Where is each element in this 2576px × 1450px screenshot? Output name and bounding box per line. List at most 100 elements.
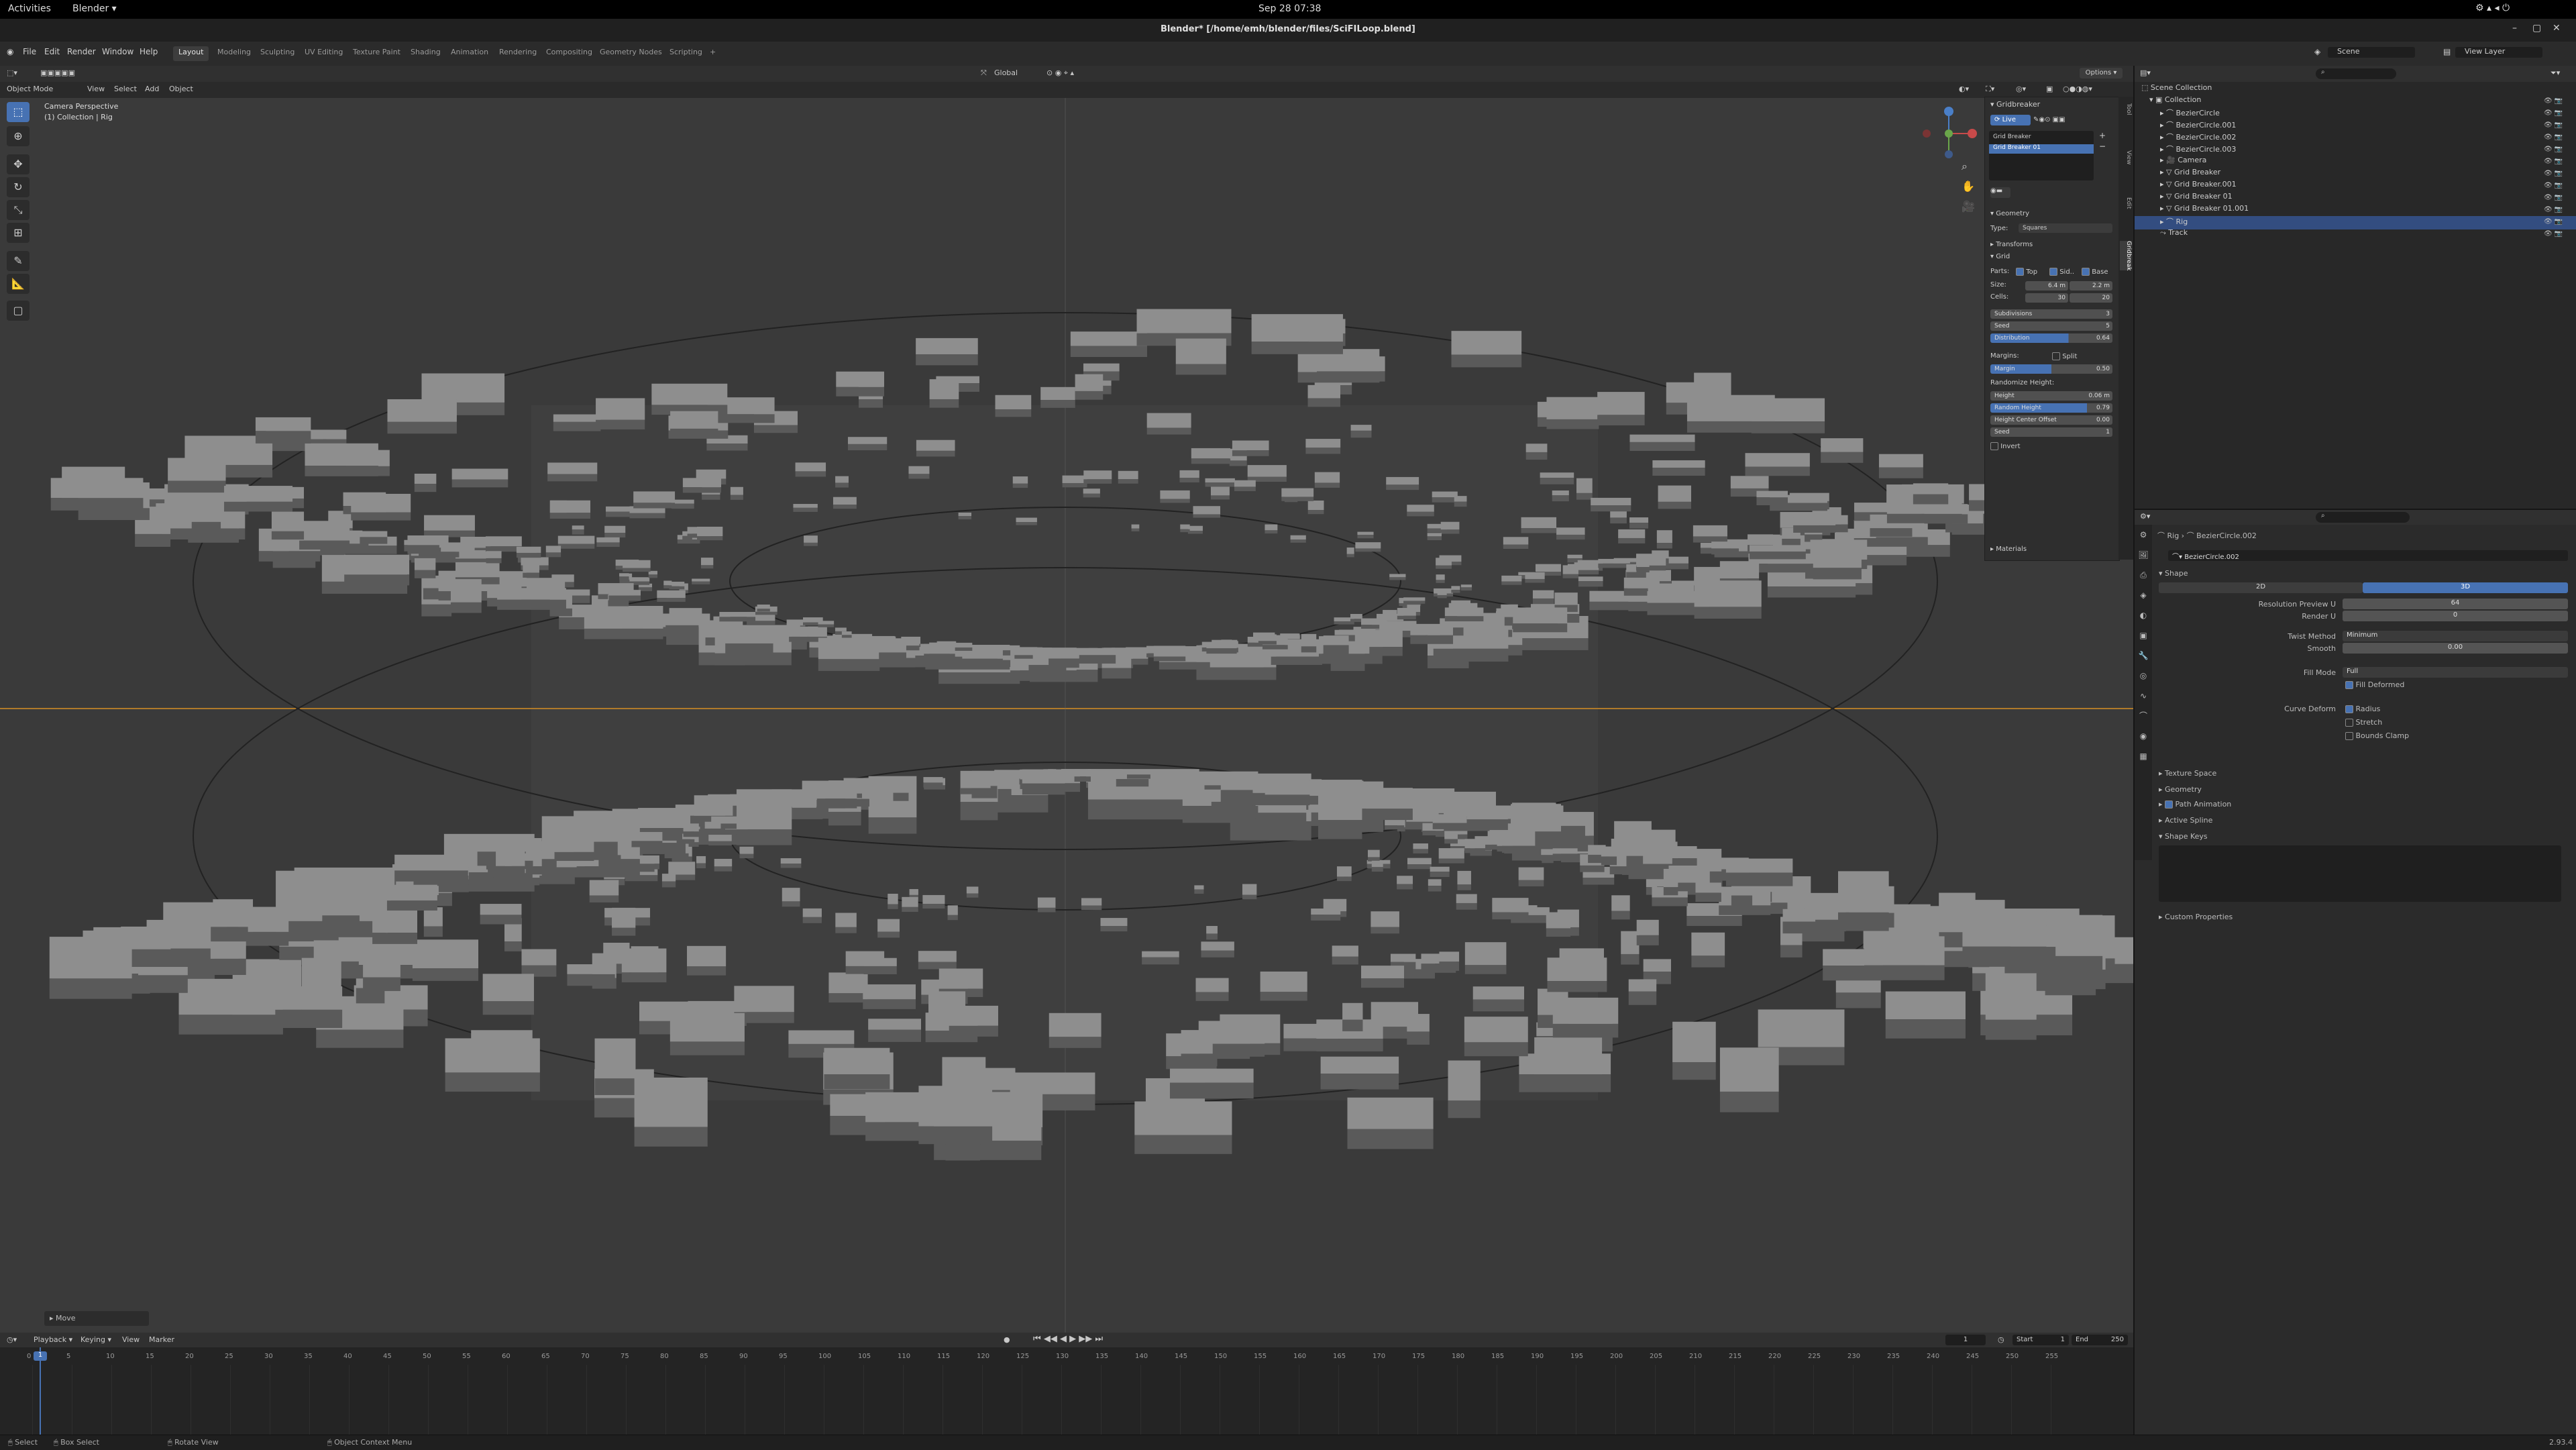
xray-icon[interactable]: ▣ — [2046, 85, 2053, 93]
invert-checkbox[interactable]: Invert — [1990, 442, 2021, 450]
geometry-panel[interactable]: ▸ Geometry — [2159, 785, 2202, 794]
orientation-dropdown[interactable]: Global — [994, 68, 1018, 77]
active-spline-panel[interactable]: ▸ Active Spline — [2159, 816, 2212, 825]
timeline[interactable]: 0 5 10 15 20 25 30 35 40 45 50 55 60 65 70 75 80 85 90 95 10… — [0, 1347, 2133, 1435]
random-height-slider[interactable]: Random Height 0.79 — [1990, 403, 2112, 413]
tab-modeling[interactable]: Modeling — [212, 46, 256, 61]
menu-object[interactable]: Object — [169, 85, 193, 93]
list-row-icons[interactable]: ✎◉⊙ ▣▣ — [2033, 116, 2065, 123]
path-animation-panel[interactable]: ▸ Path Animation — [2159, 800, 2231, 809]
pan-hand-icon[interactable]: ✋ — [1962, 180, 1975, 193]
outliner-row-grid-breaker[interactable]: ▸ ▽ Grid Breaker — [2135, 168, 2576, 181]
tab-layout[interactable]: Layout — [173, 46, 209, 61]
dimension-3d-button[interactable]: 3D — [2363, 582, 2568, 593]
outliner-row-track[interactable]: ⤳ Track — [2135, 228, 2576, 242]
visibility-toggles[interactable]: 👁 📷 👁 📷 👁 📷 👁 📷 👁 📷 👁 📷 👁 📷 👁 📷 👁 📷 👁 📷 👁 📷 👁 📷 — [2544, 95, 2571, 243]
shading-mode-icons[interactable]: ○●◑◍▾ — [2063, 85, 2092, 93]
activities-button[interactable]: Activities — [8, 3, 51, 14]
list-item[interactable]: Grid Breaker 01 — [1993, 144, 2041, 151]
annotate-tool-icon[interactable]: ✎ — [7, 251, 30, 271]
scene-collection-row[interactable]: ⬚ Scene Collection — [2135, 83, 2576, 97]
cursor-tool-icon[interactable]: ⊕ — [7, 126, 30, 146]
menu-help[interactable]: Help — [140, 47, 158, 56]
last-operator-panel[interactable]: ▸ Move — [44, 1311, 149, 1326]
dimension-2d-button[interactable]: 2D — [2159, 582, 2363, 593]
outliner-editor-icon[interactable]: ▤▾ — [2140, 68, 2151, 77]
bounds-clamp-checkbox[interactable]: Bounds Clamp — [2345, 731, 2409, 740]
height-center-offset-field[interactable]: Height Center Offset 0.00 — [1990, 415, 2112, 425]
editor-type-icon[interactable]: ⬚▾ — [7, 68, 17, 77]
gridbreaker-list[interactable]: Grid Breaker Grid Breaker 01 — [1989, 131, 2094, 180]
outliner-row-beziercircle[interactable]: ▸ ⌒ BezierCircle — [2135, 107, 2576, 121]
visibility-icon[interactable]: ◐▾ — [1959, 85, 1969, 93]
viewport-scene[interactable] — [0, 98, 2133, 1333]
navigation-gizmo[interactable] — [1919, 103, 1986, 170]
shape-panel-header[interactable]: ▾ Shape — [2159, 569, 2188, 578]
materials-section[interactable]: ▸ Materials — [1990, 546, 2027, 553]
subdivisions-field[interactable]: Subdivisions 3 — [1990, 309, 2112, 319]
outliner-row-camera[interactable]: ▸ 🎥 Camera — [2135, 156, 2576, 169]
outliner-row-grid-breaker-01[interactable]: ▸ ▽ Grid Breaker 01 — [2135, 192, 2576, 205]
stretch-checkbox[interactable]: Stretch — [2345, 718, 2382, 727]
app-menu[interactable]: Blender ▾ — [72, 3, 117, 14]
tab-view[interactable]: View — [2120, 150, 2132, 164]
close-icon[interactable]: ✕ — [2553, 23, 2561, 34]
render-u-field[interactable]: 0 — [2343, 611, 2568, 621]
smooth-field[interactable]: 0.00 — [2343, 643, 2568, 654]
timeline-view-menu[interactable]: View — [122, 1335, 140, 1344]
shape-keys-list[interactable] — [2159, 845, 2561, 902]
distribution-slider[interactable]: Distribution 0.64 — [1990, 333, 2112, 343]
shape-keys-panel[interactable]: ▾ Shape Keys — [2159, 832, 2208, 841]
tab-edit[interactable]: Edit — [2120, 197, 2132, 209]
tab-gridbreak[interactable]: Gridbreak — [2120, 241, 2132, 271]
tab-scripting[interactable]: Scripting — [664, 46, 708, 61]
minimize-icon[interactable]: – — [2512, 23, 2517, 34]
parts-side-checkbox[interactable]: Sid.. — [2049, 268, 2074, 276]
scale-tool-icon[interactable]: ⤡ — [7, 200, 30, 220]
properties-search[interactable]: ⌕ — [2316, 512, 2410, 523]
live-toggle[interactable]: ⟳ Live — [1990, 115, 2031, 125]
parts-base-checkbox[interactable]: Base — [2082, 268, 2108, 276]
end-frame-field[interactable]: End 250 — [2072, 1335, 2128, 1345]
parts-top-checkbox[interactable]: Top — [2016, 268, 2037, 276]
radius-checkbox[interactable]: Radius — [2345, 705, 2380, 713]
texture-space-panel[interactable]: ▸ Texture Space — [2159, 769, 2216, 778]
menu-view[interactable]: View — [87, 85, 105, 93]
height-seed-field[interactable]: Seed 1 — [1990, 427, 2112, 437]
fill-mode-dropdown[interactable]: Full — [2343, 667, 2568, 678]
timeline-ruler[interactable]: 0 5 10 15 20 25 30 35 40 45 50 55 60 65 70 75 80 85 90 95 10… — [0, 1347, 2133, 1435]
height-field[interactable]: Height 0.06 m — [1990, 391, 2112, 401]
cells-y-field[interactable]: 20 — [2070, 293, 2112, 303]
outliner-row-beziercircle-002[interactable]: ▸ ⌒ BezierCircle.002 — [2135, 132, 2576, 145]
filter-icon[interactable]: ⏷▾ — [2551, 68, 2560, 78]
properties-tabs[interactable]: ⚙ 🖼 ⎙ ◈ ◐ ▣ 🔧 ◎ ∿ ⌒ ◉ ▦ — [2135, 525, 2152, 860]
options-dropdown[interactable]: Options ▾ — [2080, 68, 2123, 79]
list-item[interactable]: Grid Breaker — [1993, 134, 2031, 140]
list-add-icon[interactable]: + — [2099, 131, 2106, 140]
measure-tool-icon[interactable]: 📐 — [7, 274, 30, 294]
maximize-icon[interactable]: ▢ — [2532, 23, 2541, 34]
menu-select[interactable]: Select — [114, 85, 137, 93]
system-tray-icons[interactable]: ⚙ ▴ ◂ ⏻ — [2475, 3, 2510, 13]
playback-menu[interactable]: Playback ▾ — [34, 1335, 72, 1344]
3d-viewport[interactable]: Camera Perspective (1) Collection | Rig … — [0, 98, 2133, 1333]
pivot-snap-icons[interactable]: ⊙ ◉ ⌖ ▴ — [1046, 68, 1074, 78]
menu-file[interactable]: File — [23, 47, 36, 56]
tab-texture-paint[interactable]: Texture Paint — [347, 46, 406, 61]
rotate-tool-icon[interactable]: ↻ — [7, 177, 30, 197]
size-y-field[interactable]: 2.2 m — [2070, 281, 2112, 291]
scene-selector[interactable]: Scene — [2328, 47, 2415, 58]
move-tool-icon[interactable]: ✥ — [7, 154, 30, 174]
current-frame-field[interactable]: 1 — [1945, 1335, 1986, 1345]
start-frame-field[interactable]: Start 1 — [2012, 1335, 2069, 1345]
blender-logo-icon[interactable]: ◉ — [7, 47, 13, 56]
transform-tool-icon[interactable]: ⊞ — [7, 223, 30, 243]
material-icons[interactable]: ◉▬ — [1990, 187, 2010, 198]
custom-properties-panel[interactable]: ▸ Custom Properties — [2159, 913, 2233, 921]
tool-settings-icons[interactable]: ▣▣▣▣▣ — [40, 68, 75, 77]
fill-deformed-checkbox[interactable]: Fill Deformed — [2345, 680, 2404, 689]
add-cube-tool-icon[interactable]: ▢ — [7, 301, 30, 321]
outliner-row-beziercircle-001[interactable]: ▸ ⌒ BezierCircle.001 — [2135, 119, 2576, 133]
playhead-frame-badge[interactable]: 1 — [34, 1351, 47, 1361]
outliner-row-rig[interactable]: ▸ ⌒ Rig — [2135, 216, 2576, 229]
